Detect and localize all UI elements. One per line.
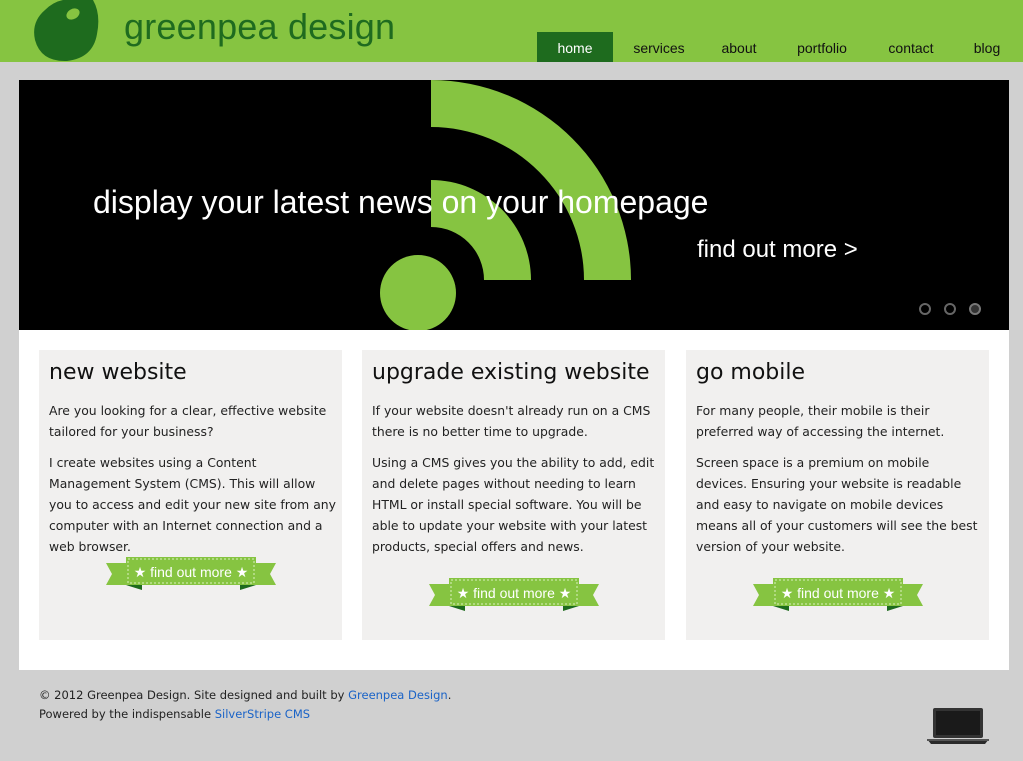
laptop-icon — [927, 708, 989, 744]
card-upgrade-existing-website: upgrade existing website If your website… — [362, 350, 665, 640]
star-icon: ★ — [133, 564, 151, 580]
footer-silverstripe-link[interactable]: SilverStripe CMS — [215, 707, 310, 721]
main-nav: home services about portfolio contact bl… — [537, 32, 1023, 62]
star-icon: ★ — [231, 564, 249, 580]
card-paragraph: Are you looking for a clear, effective w… — [49, 403, 327, 439]
find-out-more-button[interactable]: ★ find out more ★ — [106, 557, 276, 590]
card-paragraph: Using a CMS gives you the ability to add… — [372, 455, 655, 554]
card-new-website: new website Are you looking for a clear,… — [39, 350, 342, 640]
card-paragraph: If your website doesn't already run on a… — [372, 403, 651, 439]
nav-services[interactable]: services — [613, 32, 705, 62]
card-body: Are you looking for a clear, effective w… — [49, 400, 337, 567]
nav-home[interactable]: home — [537, 32, 613, 62]
find-out-more-button[interactable]: ★ find out more ★ — [429, 578, 599, 611]
card-paragraph: I create websites using a Content Manage… — [49, 455, 336, 554]
star-icon: ★ — [554, 585, 572, 601]
site-header: greenpea design home services about port… — [0, 0, 1023, 62]
star-icon: ★ — [878, 585, 896, 601]
content-area: new website Are you looking for a clear,… — [19, 330, 1009, 670]
nav-about[interactable]: about — [705, 32, 773, 62]
footer-copyright: © 2012 Greenpea Design. Site designed an… — [39, 688, 452, 702]
site-footer: © 2012 Greenpea Design. Site designed an… — [39, 686, 451, 724]
button-label: find out more — [150, 564, 232, 580]
card-title: go mobile — [696, 360, 806, 385]
card-body: For many people, their mobile is their p… — [696, 400, 984, 567]
card-go-mobile: go mobile For many people, their mobile … — [686, 350, 989, 640]
footer-greenpea-link[interactable]: Greenpea Design — [348, 688, 448, 702]
button-label: find out more — [473, 585, 555, 601]
pea-logo-icon[interactable] — [33, 0, 99, 62]
slider-pagination — [919, 303, 981, 315]
hero-slider[interactable]: display your latest news on your homepag… — [19, 80, 1009, 330]
button-label: find out more — [797, 585, 879, 601]
card-title: upgrade existing website — [372, 360, 650, 385]
nav-contact[interactable]: contact — [871, 32, 951, 62]
card-paragraph: For many people, their mobile is their p… — [696, 403, 945, 439]
star-icon: ★ — [780, 585, 798, 601]
find-out-more-button[interactable]: ★ find out more ★ — [753, 578, 923, 611]
nav-blog[interactable]: blog — [951, 32, 1023, 62]
hero-headline: display your latest news on your homepag… — [93, 184, 709, 220]
card-body: If your website doesn't already run on a… — [372, 400, 660, 567]
slider-dot-3[interactable] — [969, 303, 981, 315]
star-icon: ★ — [456, 585, 474, 601]
footer-powered-by: Powered by the indispensable SilverStrip… — [39, 707, 311, 721]
slider-dot-1[interactable] — [919, 303, 931, 315]
card-paragraph: Screen space is a premium on mobile devi… — [696, 455, 978, 554]
hero-find-out-more-link[interactable]: find out more > — [697, 236, 858, 264]
slider-dot-2[interactable] — [944, 303, 956, 315]
nav-portfolio[interactable]: portfolio — [773, 32, 871, 62]
site-brand[interactable]: greenpea design — [124, 6, 395, 48]
card-title: new website — [49, 360, 187, 385]
